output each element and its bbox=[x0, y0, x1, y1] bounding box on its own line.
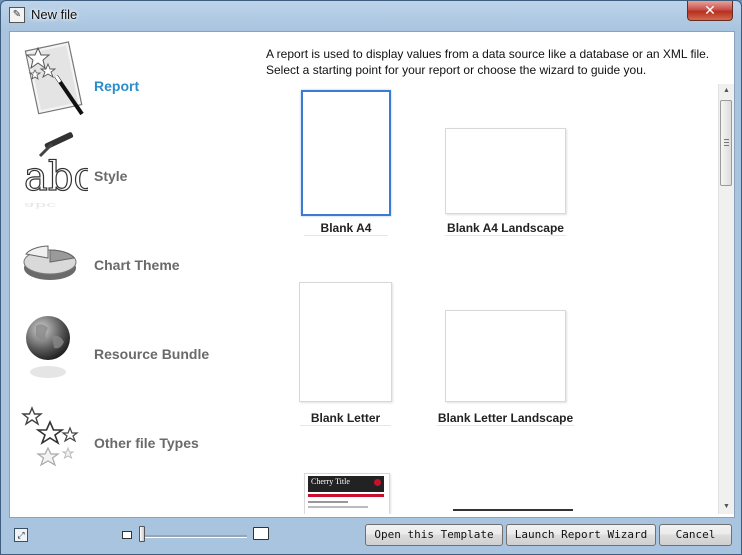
scrollbar-thumb[interactable] bbox=[720, 100, 732, 186]
template-gallery: Blank A4 Blank A4 Landscape Blank Letter… bbox=[260, 84, 717, 514]
template-label: Blank A4 bbox=[304, 221, 388, 236]
launch-report-wizard-button[interactable]: Launch Report Wizard bbox=[506, 524, 656, 546]
description-line: A report is used to display values from … bbox=[266, 47, 710, 61]
dialog-content: Report abc abc Style Chart Theme Resourc… bbox=[9, 31, 735, 518]
chart-theme-icon bbox=[23, 245, 77, 280]
style-icon: abc abc bbox=[23, 132, 88, 210]
template-thumbnail[interactable] bbox=[445, 310, 566, 402]
cherry-line bbox=[308, 506, 368, 508]
cherry-band bbox=[308, 494, 384, 497]
template-thumbnail[interactable] bbox=[301, 90, 391, 216]
template-thumbnail[interactable] bbox=[445, 128, 566, 214]
zoom-small-icon[interactable] bbox=[122, 531, 132, 539]
cherry-icon bbox=[374, 479, 381, 486]
grip-line bbox=[724, 145, 729, 146]
sidebar-item-label: Chart Theme bbox=[94, 257, 180, 273]
file-type-sidebar: Report abc abc Style Chart Theme Resourc… bbox=[10, 32, 250, 517]
report-icon bbox=[24, 41, 84, 116]
template-label: Blank Letter Landscape bbox=[437, 411, 574, 426]
grip-line bbox=[724, 142, 729, 143]
description-text: A report is used to display values from … bbox=[266, 46, 726, 78]
cherry-header: Cherry Title bbox=[308, 476, 384, 492]
zoom-large-icon[interactable] bbox=[253, 527, 269, 540]
sidebar-item-chart-theme[interactable]: Chart Theme bbox=[10, 212, 245, 298]
description-line: Select a starting point for your report … bbox=[266, 63, 647, 77]
template-thumbnail-partial[interactable] bbox=[453, 509, 573, 514]
window-title: New file bbox=[31, 7, 78, 22]
expand-icon[interactable]: ⤢ bbox=[14, 528, 28, 542]
vertical-scrollbar[interactable]: ▲ ▼ bbox=[718, 84, 734, 514]
zoom-slider-track[interactable] bbox=[139, 535, 247, 538]
svg-text:abc: abc bbox=[24, 154, 88, 200]
other-file-types-icon bbox=[21, 406, 79, 467]
grip-line bbox=[724, 139, 729, 140]
dialog-footer: ⤢ Open this Template Launch Report Wizar… bbox=[1, 518, 741, 554]
zoom-slider-handle[interactable] bbox=[139, 526, 145, 542]
sidebar-item-other-file-types[interactable]: Other file Types bbox=[10, 388, 245, 474]
template-label: Blank A4 Landscape bbox=[445, 221, 566, 236]
cancel-button[interactable]: Cancel bbox=[659, 524, 732, 546]
sidebar-item-label: Other file Types bbox=[94, 435, 199, 451]
cherry-line bbox=[308, 501, 348, 503]
new-file-dialog: ✎ New file ✕ Report abc abc Style Chart … bbox=[0, 0, 742, 555]
scroll-up-arrow-icon[interactable]: ▲ bbox=[719, 84, 734, 98]
resource-bundle-icon bbox=[26, 316, 70, 378]
sidebar-item-label: Resource Bundle bbox=[94, 346, 210, 362]
scroll-down-arrow-icon[interactable]: ▼ bbox=[719, 500, 734, 514]
sidebar-item-label: Report bbox=[94, 78, 140, 94]
sidebar-item-report[interactable]: Report bbox=[10, 32, 245, 118]
template-thumbnail[interactable] bbox=[299, 282, 392, 402]
template-label: Blank Letter bbox=[300, 411, 391, 426]
svg-text:abc: abc bbox=[24, 201, 57, 209]
sidebar-item-resource-bundle[interactable]: Resource Bundle bbox=[10, 300, 245, 386]
sidebar-item-style[interactable]: abc abc Style bbox=[10, 124, 245, 210]
close-button[interactable]: ✕ bbox=[687, 1, 733, 21]
cherry-title-text: Cherry Title bbox=[311, 477, 350, 486]
sidebar-item-label: Style bbox=[94, 168, 128, 184]
open-template-button[interactable]: Open this Template bbox=[365, 524, 503, 546]
app-icon: ✎ bbox=[9, 7, 25, 23]
template-thumbnail[interactable]: Cherry Title bbox=[304, 473, 390, 514]
title-bar[interactable]: ✎ New file ✕ bbox=[1, 1, 741, 31]
